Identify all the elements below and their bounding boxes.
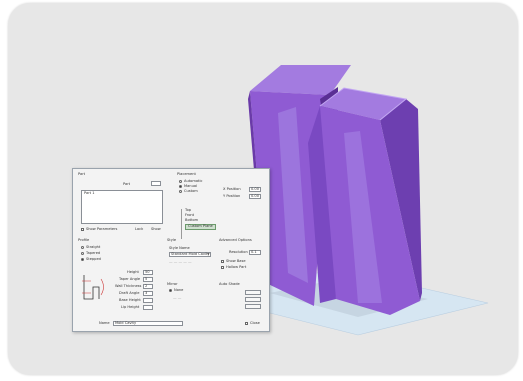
right-block (308, 88, 422, 315)
profile-diagram (82, 275, 104, 300)
part-list-item[interactable]: Part 1 (84, 191, 95, 196)
auto-shade-input-3[interactable] (245, 304, 261, 309)
wall-thickness-label: Wall Thickness (115, 284, 142, 288)
mirror-section-title: Mirror (167, 282, 178, 286)
base-height-input[interactable] (143, 298, 153, 303)
hollow-part-checkbox[interactable] (221, 266, 225, 270)
placement-radio-custom[interactable] (179, 190, 183, 194)
profile-section-title: Profile (78, 238, 90, 242)
profile-radio-stepped[interactable] (81, 258, 85, 262)
auto-shade-input-2[interactable] (245, 297, 261, 302)
mirror-option-none: None (174, 288, 184, 292)
mirror-info-line: — — (173, 296, 182, 300)
hollow-part-label: Hollow Part (226, 265, 247, 269)
show-base-label: Show Base (226, 259, 246, 263)
x-position-label: X Position (223, 187, 241, 191)
lip-height-label: Lip Height (121, 305, 140, 309)
height-label: Height (127, 270, 139, 274)
profile-radio-straight[interactable] (81, 246, 85, 250)
show-parameters-label: Show Parameters (86, 227, 118, 231)
placement-radio-manual[interactable] (179, 185, 183, 189)
resolution-label: Resolution (229, 250, 248, 254)
placement-section-title: Placement (177, 172, 196, 176)
draft-angle-label: Draft Angle (119, 291, 140, 295)
style-section-title: Style (167, 238, 177, 242)
profile-option-tapered: Tapered (86, 251, 101, 255)
height-input[interactable]: 50 (143, 270, 153, 275)
style-info-line: — — — — — (169, 260, 192, 264)
y-position-input[interactable]: 0.00 (249, 194, 261, 199)
auto-shade-input-1[interactable] (245, 290, 261, 295)
draft-angle-input[interactable]: 3 (143, 291, 153, 296)
taper-angle-label: Taper Angle (119, 277, 141, 281)
x-position-input[interactable]: 0.00 (249, 187, 261, 192)
auto-shade-section-title: Auto Shade (219, 282, 240, 286)
part-list[interactable]: Part 1 (81, 190, 163, 224)
placement-radio-automatic[interactable] (179, 180, 183, 184)
tree-item-custom-plane[interactable]: Custom Plane (185, 224, 216, 230)
close-label[interactable]: Close (250, 321, 260, 326)
tree-item-bottom[interactable]: Bottom (185, 218, 198, 223)
chevron-down-icon: ▾ (207, 252, 209, 256)
close-checkbox[interactable] (245, 322, 249, 326)
part-section-title: Part (78, 172, 86, 176)
lip-height-input[interactable] (143, 305, 153, 310)
base-height-label: Base Height (119, 298, 141, 302)
style-name-label: Style Name (169, 246, 190, 250)
profile-option-straight: Straight (86, 245, 101, 249)
illustration-card: Part Part Part 1 Show Parameters Lock Sh… (8, 3, 518, 375)
name-label: Name (99, 321, 110, 325)
show-parameters-checkbox[interactable] (81, 228, 85, 232)
profile-option-stepped: Stepped (86, 257, 101, 261)
part-selector[interactable] (151, 181, 161, 186)
resolution-input[interactable]: 0.1 (249, 250, 261, 255)
profile-radio-tapered[interactable] (81, 252, 85, 256)
show-label[interactable]: Show (151, 227, 161, 232)
show-base-checkbox[interactable] (221, 260, 225, 264)
plane-tree[interactable]: Top Front Bottom Custom Plane (181, 208, 222, 239)
y-position-label: Y Position (223, 194, 241, 198)
part-field-label: Part (123, 182, 131, 186)
mirror-radio-none[interactable] (169, 289, 173, 293)
advanced-section-title: Advanced Options (219, 238, 252, 242)
lock-label[interactable]: Lock (135, 227, 143, 232)
placement-option-custom: Custom (184, 189, 198, 193)
name-input[interactable]: Mold Cavity (113, 321, 183, 326)
wall-thickness-input[interactable]: 2 (143, 284, 153, 289)
taper-angle-input[interactable]: 5 (143, 277, 153, 282)
part-settings-dialog[interactable]: Part Part Part 1 Show Parameters Lock Sh… (72, 168, 270, 332)
style-dropdown[interactable]: Standard Mold Cavity ▾ (169, 252, 211, 257)
